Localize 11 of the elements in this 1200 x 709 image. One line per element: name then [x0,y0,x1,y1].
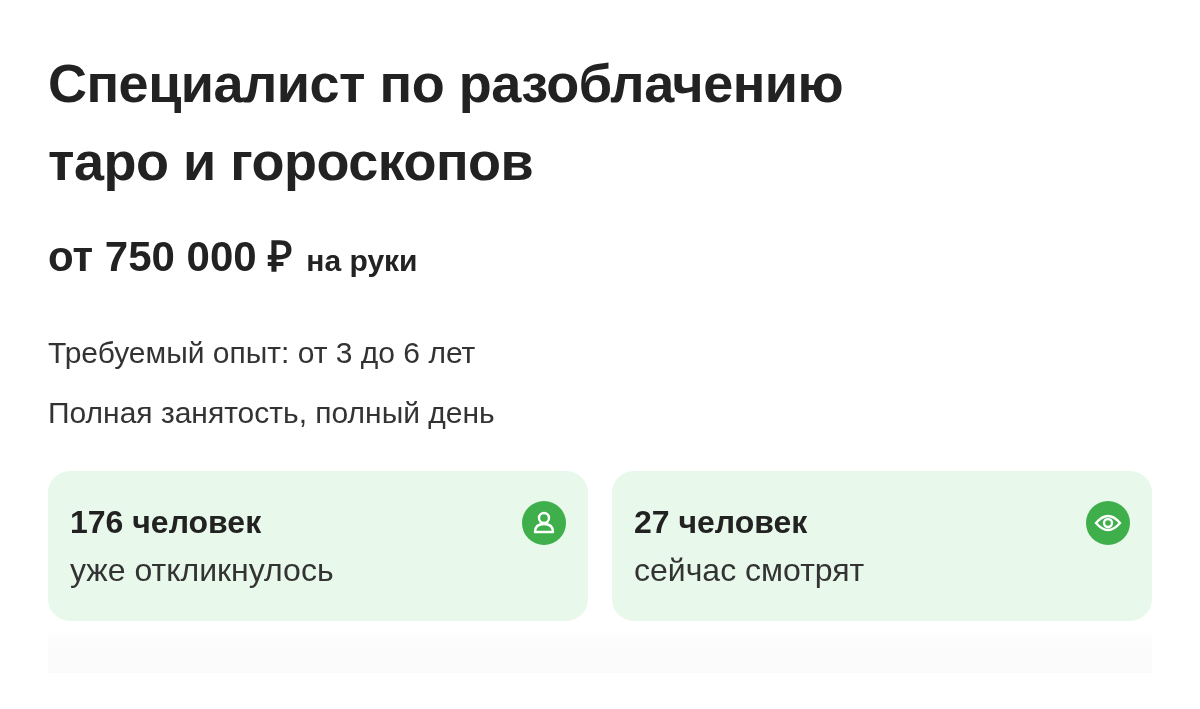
stat-label: уже откликнулось [70,551,334,590]
vacancy-title: Специалист по разоблачению таро и гороскопов [48,52,845,193]
vacancy-detail: Полная занятость, полный день [48,395,496,431]
eye-icon [1086,501,1130,545]
person-icon [522,501,566,545]
stat-count: 27 человек [634,503,809,542]
stat-count: 176 человек [70,503,263,542]
salary-note: на руки [306,244,418,278]
salary-amount: от 750 000 ₽ [48,232,293,282]
vacancy-detail: Требуемый опыт: от 3 до 6 лет [48,335,477,371]
stat-label: сейчас смотрят [634,551,865,590]
